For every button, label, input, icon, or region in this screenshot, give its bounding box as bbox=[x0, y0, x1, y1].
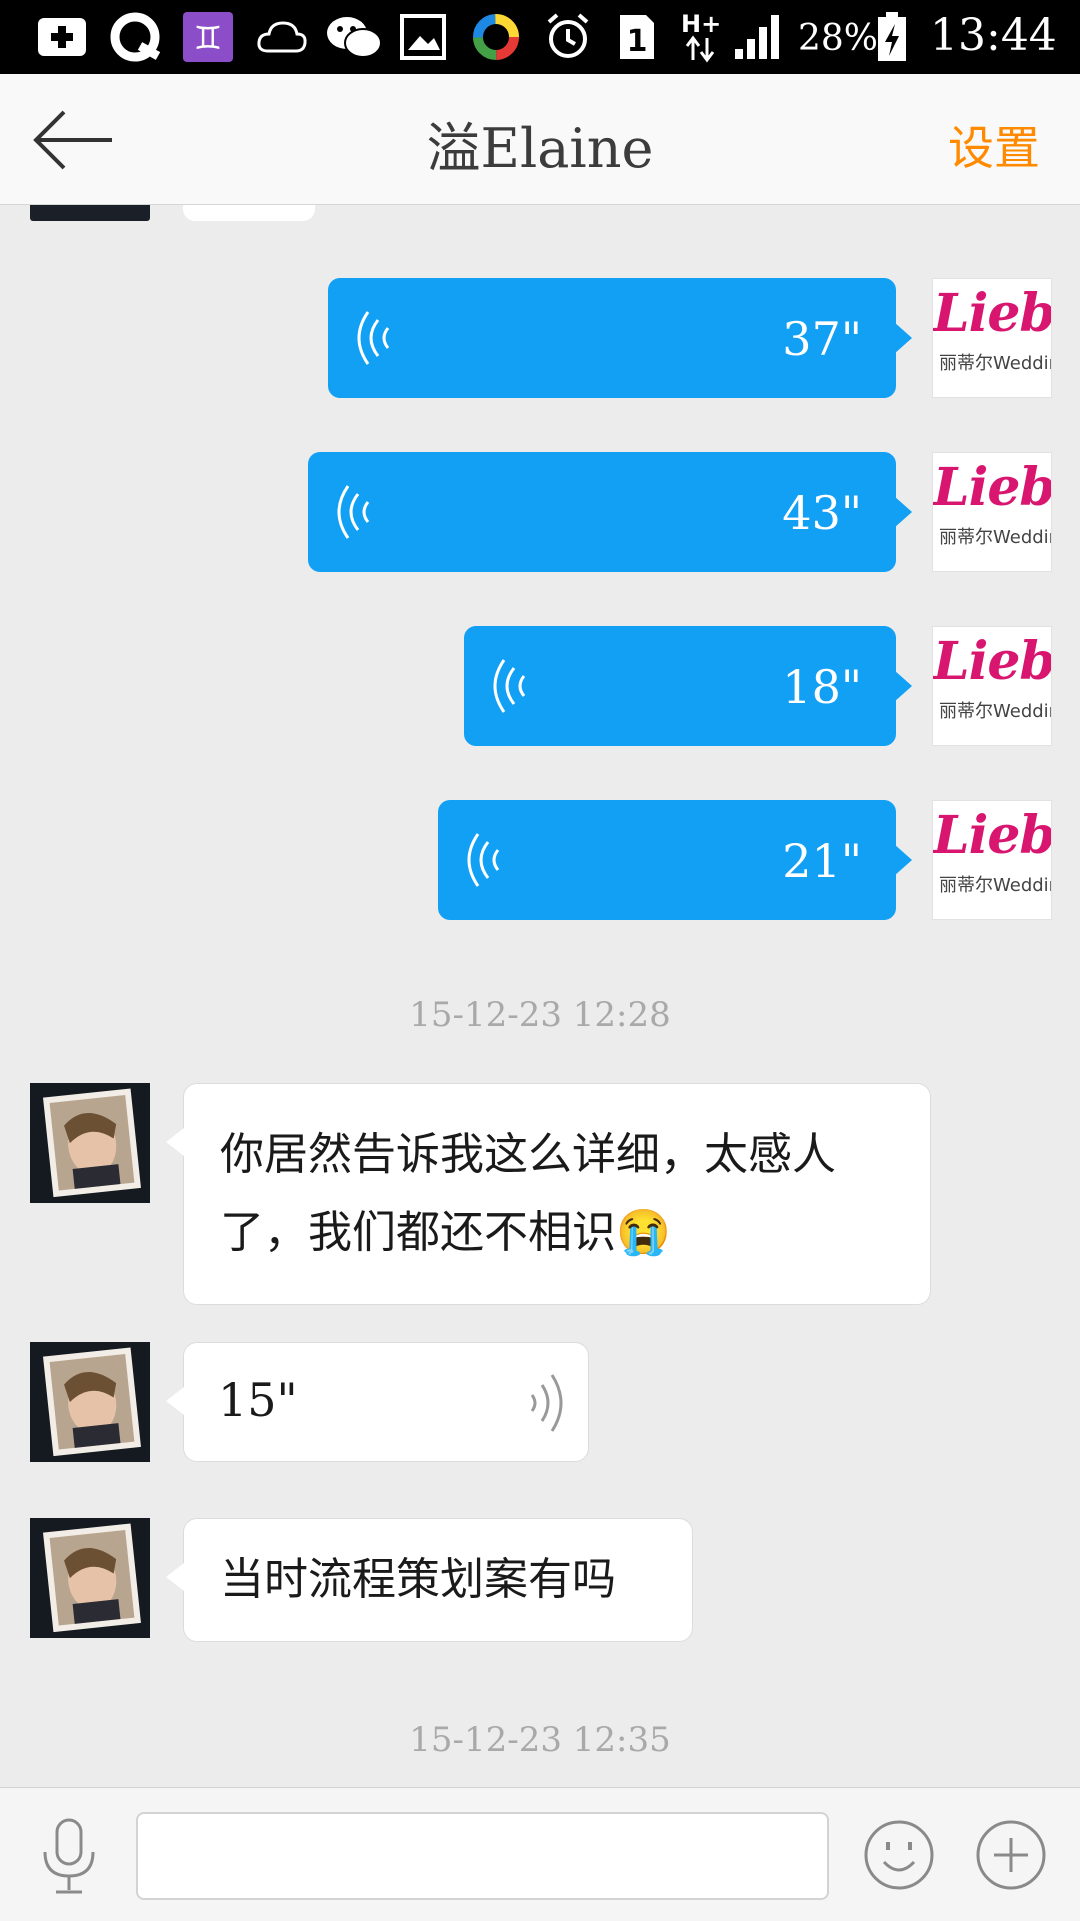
battery-icon bbox=[876, 12, 908, 61]
avatar bbox=[30, 205, 150, 221]
gemini-icon: ♊ bbox=[180, 12, 236, 62]
voice-duration: 21" bbox=[782, 834, 862, 888]
voice-duration: 37" bbox=[782, 312, 862, 366]
voice-duration: 43" bbox=[782, 486, 862, 540]
contact-avatar[interactable] bbox=[30, 1518, 150, 1638]
message-input[interactable] bbox=[136, 1812, 829, 1900]
message-text: 你居然告诉我这么详细，太感人了，我们都还不相识😭 bbox=[220, 1129, 836, 1258]
chat-title: 溢Elaine bbox=[426, 117, 654, 180]
message-timestamp: 15-12-23 12:35 bbox=[409, 1720, 671, 1760]
my-avatar[interactable]: Liebe 丽蒂尔Wedding 婚礼馆 bbox=[932, 800, 1052, 920]
emoji-button[interactable] bbox=[862, 1818, 936, 1892]
contact-photo bbox=[30, 1083, 150, 1203]
voice-waves-icon bbox=[337, 485, 370, 539]
voice-duration: 15" bbox=[218, 1373, 298, 1427]
status-bar: ♊ 1 H+ 28% 13:44 bbox=[0, 0, 1080, 74]
incoming-text-message[interactable]: 你居然告诉我这么详细，太感人了，我们都还不相识😭 bbox=[166, 1083, 931, 1305]
battery-percent: 28% bbox=[798, 18, 879, 59]
voice-waves-icon bbox=[467, 833, 500, 887]
avatar-logo-text: Liebe bbox=[933, 283, 1052, 344]
my-avatar[interactable]: Liebe 丽蒂尔Wedding 婚礼馆 bbox=[932, 626, 1052, 746]
input-bar bbox=[0, 1787, 1080, 1921]
voice-waves-icon bbox=[530, 1374, 563, 1432]
sim-icon: 1 bbox=[616, 13, 658, 61]
app-ring-icon bbox=[470, 13, 522, 61]
avatar-logo-text: Liebe bbox=[933, 631, 1052, 692]
avatar-logo-subtext: 丽蒂尔Wedding 婚礼馆 bbox=[939, 353, 1051, 374]
status-time: 13:44 bbox=[930, 10, 1057, 61]
settings-button[interactable]: 设置 bbox=[948, 112, 1040, 178]
avatar-logo-subtext: 丽蒂尔Wedding 婚礼馆 bbox=[939, 527, 1051, 548]
alarm-icon bbox=[542, 13, 594, 61]
contact-photo bbox=[30, 1518, 150, 1638]
avatar-logo-subtext: 丽蒂尔Wedding 婚礼馆 bbox=[939, 875, 1051, 896]
my-avatar[interactable]: Liebe 丽蒂尔Wedding 婚礼馆 bbox=[932, 278, 1052, 398]
smiley-icon bbox=[864, 1820, 934, 1890]
message-bubble bbox=[183, 205, 315, 221]
outgoing-voice-message[interactable]: 43" bbox=[308, 452, 912, 572]
outgoing-voice-message[interactable]: 37" bbox=[328, 278, 912, 398]
wechat-icon bbox=[324, 13, 384, 61]
outgoing-voice-message[interactable]: 21" bbox=[438, 800, 912, 920]
my-avatar[interactable]: Liebe 丽蒂尔Wedding 婚礼馆 bbox=[932, 452, 1052, 572]
svg-text:♊: ♊ bbox=[194, 19, 223, 57]
contact-photo bbox=[30, 1342, 150, 1462]
message-timestamp: 15-12-23 12:28 bbox=[409, 995, 671, 1035]
download-icon bbox=[34, 13, 90, 61]
incoming-text-message[interactable]: 当时流程策划案有吗 bbox=[166, 1518, 693, 1642]
avatar-logo-text: Liebe bbox=[933, 457, 1052, 518]
voice-duration: 18" bbox=[782, 660, 862, 714]
avatar-logo-text: Liebe bbox=[933, 805, 1052, 866]
incoming-voice-message[interactable]: 15" bbox=[166, 1342, 589, 1462]
partial-message-row bbox=[0, 205, 1080, 235]
voice-waves-icon bbox=[493, 659, 526, 713]
voice-input-button[interactable] bbox=[36, 1818, 102, 1896]
svg-text:H+: H+ bbox=[681, 10, 721, 38]
chat-header: 溢Elaine 设置 bbox=[0, 74, 1080, 205]
microphone-icon bbox=[43, 1818, 95, 1894]
more-button[interactable] bbox=[974, 1818, 1048, 1892]
plus-icon bbox=[976, 1820, 1046, 1890]
message-text: 当时流程策划案有吗 bbox=[220, 1554, 616, 1605]
contact-avatar[interactable] bbox=[30, 1083, 150, 1203]
svg-text:1: 1 bbox=[627, 24, 648, 59]
message-list[interactable]: 37" Liebe 丽蒂尔Wedding 婚礼馆 43" Liebe 丽蒂尔We… bbox=[0, 205, 1080, 1785]
avatar-logo-subtext: 丽蒂尔Wedding 婚礼馆 bbox=[939, 701, 1051, 722]
network-type-icon: H+ bbox=[678, 10, 724, 63]
cloud-icon bbox=[254, 13, 310, 61]
gallery-icon bbox=[398, 13, 448, 61]
outgoing-voice-message[interactable]: 18" bbox=[464, 626, 912, 746]
voice-waves-icon bbox=[357, 311, 390, 365]
browser-icon bbox=[108, 12, 164, 62]
signal-icon bbox=[732, 13, 784, 61]
contact-avatar[interactable] bbox=[30, 1342, 150, 1462]
